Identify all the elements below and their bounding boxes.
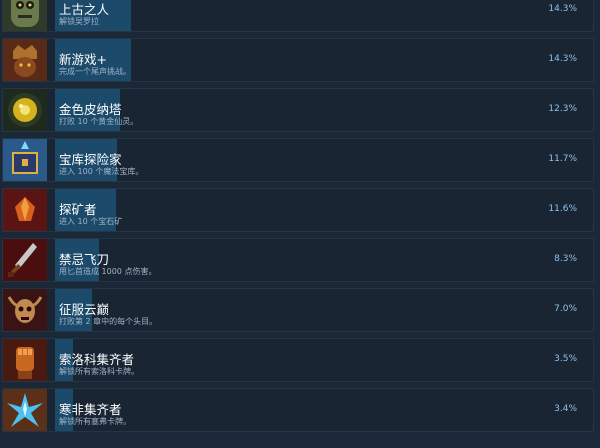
achievement-description: 进入 10 个宝石矿 (59, 217, 123, 226)
golden-orb-icon (3, 89, 47, 131)
achievement-description: 解锁所有塞弗卡牌。 (59, 417, 131, 426)
achievement-description: 打败第 2 章中的每个头目。 (59, 317, 158, 326)
crowned-figure-icon (3, 39, 47, 81)
horned-skull-icon (3, 289, 47, 331)
achievement-description: 打败 10 个黄金仙灵。 (59, 117, 139, 126)
achievement-row[interactable]: 宝库探险家 进入 100 个魔法宝库。 11.7% (2, 138, 594, 182)
ice-shard-icon (3, 389, 47, 431)
ancient-mask-icon (3, 0, 47, 31)
achievement-row[interactable]: 探矿者 进入 10 个宝石矿 11.6% (2, 188, 594, 232)
unlock-percentage: 11.6% (548, 204, 577, 214)
achievement-description: 用匕首造成 1000 点伤害。 (59, 267, 157, 276)
achievement-description: 进入 100 个魔法宝库。 (59, 167, 144, 176)
achievement-description: 解锁吴罗拉 (59, 17, 99, 26)
unlock-percentage: 11.7% (548, 154, 577, 164)
achievement-row[interactable]: 索洛科集齐者 解锁所有索洛科卡牌。 3.5% (2, 338, 594, 382)
achievement-list: 上古之人 解锁吴罗拉 14.3% 新游戏+ 完成一个尾声挑战。 14.3% 金色皮纳塔打… (0, 0, 600, 438)
treasure-chest-icon (3, 139, 47, 181)
achievement-description: 解锁所有索洛科卡牌。 (59, 367, 139, 376)
achievement-row[interactable]: 征服云巅 打败第 2 章中的每个头目。 7.0% (2, 288, 594, 332)
achievement-row[interactable]: 金色皮纳塔 打败 10 个黄金仙灵。 12.3% (2, 88, 594, 132)
achievement-row[interactable]: 寒非集齐者 解锁所有塞弗卡牌。 3.4% (2, 388, 594, 432)
ore-gem-icon (3, 189, 47, 231)
unlock-percentage: 7.0% (554, 304, 577, 314)
unlock-percentage: 3.4% (554, 404, 577, 414)
unlock-percentage: 14.3% (548, 4, 577, 14)
dagger-icon (3, 239, 47, 281)
unlock-percentage: 8.3% (554, 254, 577, 264)
unlock-percentage: 12.3% (548, 104, 577, 114)
achievement-description: 完成一个尾声挑战。 (59, 67, 131, 76)
achievement-row[interactable]: 新游戏+ 完成一个尾声挑战。 14.3% (2, 38, 594, 82)
unlock-percentage: 14.3% (548, 54, 577, 64)
achievement-row[interactable]: 上古之人 解锁吴罗拉 14.3% (2, 0, 594, 32)
achievement-row[interactable]: 禁忌飞刀 用匕首造成 1000 点伤害。 8.3% (2, 238, 594, 282)
unlock-percentage: 3.5% (554, 354, 577, 364)
fist-card-icon (3, 339, 47, 381)
